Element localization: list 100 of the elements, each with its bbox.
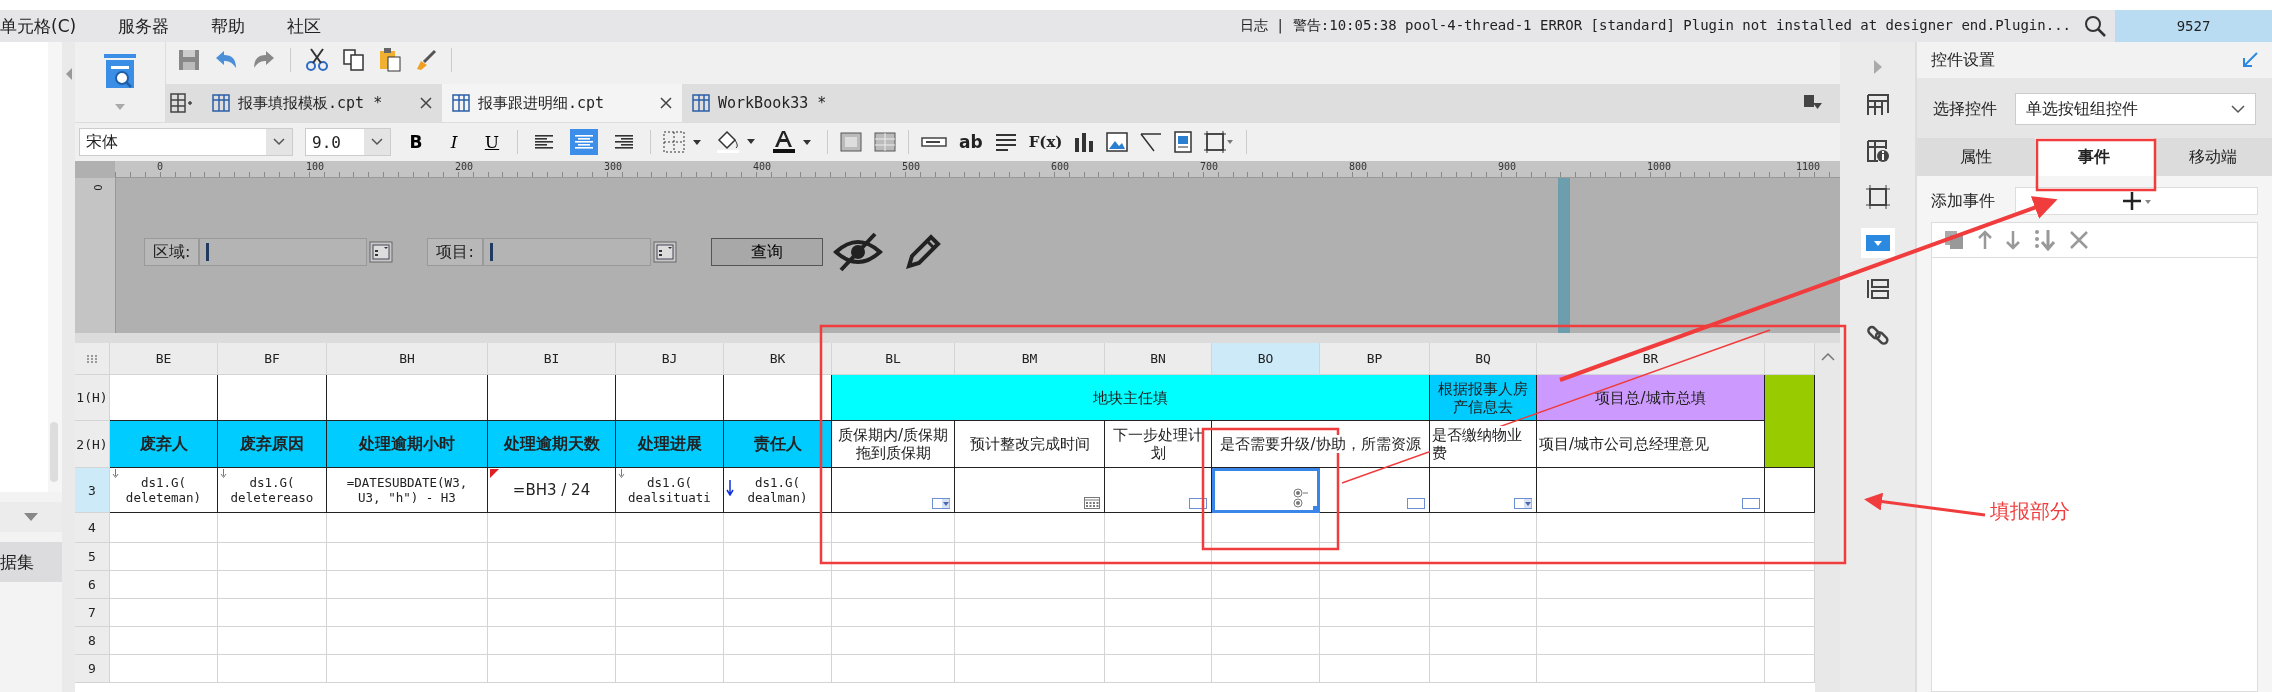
query-button[interactable]: 查询 — [710, 238, 823, 266]
dropdown-list-icon[interactable] — [369, 241, 394, 263]
log-message[interactable]: 日志 | 警告:10:05:38 pool-4-thread-1 ERROR [standard] Plugin not installed at designer end.Plugin... — [1239, 17, 2071, 35]
text-widget-icon — [1742, 498, 1760, 509]
split-cells-icon[interactable] — [874, 132, 896, 152]
dropdown-list-icon[interactable] — [652, 241, 677, 263]
plus-icon — [2121, 191, 2152, 211]
cell-text: ds1.G( dealman) — [746, 475, 809, 505]
row-header[interactable]: 4 — [75, 513, 110, 543]
cell-text: 质保期内/质保期拖到质保期 — [836, 426, 950, 462]
frame-icon[interactable] — [1204, 131, 1235, 153]
font-size-select[interactable]: 9.0 — [305, 128, 391, 156]
down-arrow-icon — [220, 469, 227, 478]
menu-item[interactable]: 社区 — [287, 14, 322, 38]
merge-cells-icon[interactable] — [840, 132, 862, 152]
column-header[interactable]: BP — [1320, 343, 1430, 375]
cell-text: 处理逾期天数 — [502, 434, 601, 454]
scroll-up-icon[interactable] — [1820, 353, 1835, 361]
text-style-button[interactable]: I — [441, 132, 467, 152]
align-right-icon — [614, 134, 634, 150]
menu-item[interactable]: 单元格(C) — [0, 14, 77, 38]
arrow-down-icon[interactable] — [2006, 230, 2020, 250]
redo-icon[interactable] — [252, 50, 276, 70]
save-icon[interactable] — [178, 49, 200, 71]
column-header[interactable]: BF — [218, 343, 327, 375]
close-icon[interactable] — [660, 97, 672, 109]
cell-text: 责任人 — [752, 434, 803, 454]
row-header[interactable]: 2(H) — [75, 421, 110, 468]
down-arrow-icon — [726, 480, 734, 496]
row-header[interactable]: 3 — [75, 468, 110, 513]
border-icon[interactable] — [663, 131, 703, 153]
column-header[interactable]: BJ — [616, 343, 724, 375]
row-header[interactable]: 7 — [75, 599, 110, 627]
undo-icon[interactable] — [214, 50, 238, 70]
radio-widget-icon — [1293, 488, 1309, 510]
copy-icon[interactable] — [343, 49, 365, 71]
slash-line-icon[interactable] — [1140, 132, 1163, 152]
column-header[interactable]: BL — [832, 343, 955, 375]
document-icon[interactable] — [1174, 131, 1193, 153]
text-style-button[interactable]: B — [403, 132, 429, 152]
bar-chart-icon[interactable] — [1074, 132, 1095, 152]
widget-icon[interactable] — [1860, 228, 1895, 258]
cell-text: 地块主任填 — [1092, 388, 1169, 407]
column-header[interactable]: BQ — [1430, 343, 1537, 375]
column-header[interactable]: BO — [1212, 343, 1320, 375]
paragraph-icon[interactable] — [994, 133, 1017, 151]
formula-tool[interactable]: F(x) — [1028, 133, 1063, 151]
row-header[interactable]: 1(H) — [75, 375, 110, 421]
column-header[interactable]: BN — [1105, 343, 1212, 375]
menu-item[interactable]: 帮助 — [211, 14, 246, 38]
cut-icon[interactable] — [305, 48, 329, 72]
cell-text: 废弃原因 — [239, 434, 305, 454]
chevron-down-icon — [273, 138, 285, 146]
panel-tab[interactable]: 移动端 — [2153, 138, 2272, 176]
text-tool[interactable]: ab — [959, 132, 983, 152]
panel-tab[interactable]: 属性 — [1917, 138, 2036, 176]
add-event-button[interactable] — [2015, 187, 2258, 215]
panel-item[interactable]: 据集 — [0, 542, 62, 582]
paste-icon[interactable] — [379, 48, 401, 72]
format-painter-icon[interactable] — [415, 49, 437, 71]
menu-item[interactable]: 服务器 — [118, 14, 170, 38]
row-header[interactable]: 6 — [75, 571, 110, 599]
collapse-arrow-icon[interactable] — [24, 513, 38, 521]
arrow-up-icon[interactable] — [1978, 230, 1992, 250]
cell-text: ds1.G( deleteman) — [124, 475, 203, 505]
search-icon[interactable] — [2083, 14, 2107, 38]
cell-text: 根据报事人房产信息去 — [1437, 379, 1529, 416]
user-name[interactable]: 9527 — [2115, 10, 2272, 42]
scrollbar-thumb[interactable] — [50, 422, 58, 482]
calendar-icon — [1084, 497, 1100, 509]
text-field-icon[interactable] — [921, 136, 947, 148]
font-select[interactable]: 宋体 — [79, 128, 293, 156]
column-header[interactable]: BI — [488, 343, 616, 375]
text-widget-icon — [1189, 498, 1207, 509]
pencil-icon[interactable] — [904, 234, 941, 270]
column-header[interactable]: BR — [1537, 343, 1765, 375]
field-label: 添加事件 — [1931, 190, 1995, 212]
panel-tab[interactable]: 事件 — [2035, 138, 2154, 176]
column-header[interactable]: BK — [724, 343, 832, 375]
close-icon[interactable] — [420, 97, 432, 109]
row-header[interactable]: 5 — [75, 543, 110, 571]
delete-icon[interactable] — [2070, 231, 2088, 249]
cell-text: =BH3 / 24 — [511, 481, 592, 499]
column-header[interactable]: BH — [327, 343, 488, 375]
collapse-corner-icon[interactable] — [2242, 52, 2258, 68]
input-field[interactable] — [199, 238, 368, 266]
text-style-button[interactable]: U — [479, 132, 505, 152]
column-header[interactable]: BE — [110, 343, 218, 375]
tab-list-icon[interactable] — [1804, 95, 1822, 111]
row-header[interactable]: 9 — [75, 655, 110, 683]
eye-slash-icon[interactable] — [832, 232, 883, 272]
input-field[interactable] — [482, 238, 651, 266]
column-header[interactable]: BM — [955, 343, 1105, 375]
image-icon[interactable] — [1106, 132, 1129, 152]
row-header[interactable]: 8 — [75, 627, 110, 655]
grid-plus-icon[interactable] — [170, 93, 192, 113]
file-tab[interactable]: 报事跟进明细.cpt — [442, 84, 682, 122]
widget-select[interactable]: 单选按钮组控件 — [2015, 93, 2256, 125]
move-to-bottom-icon[interactable] — [2034, 229, 2056, 251]
report-icon — [692, 94, 710, 112]
